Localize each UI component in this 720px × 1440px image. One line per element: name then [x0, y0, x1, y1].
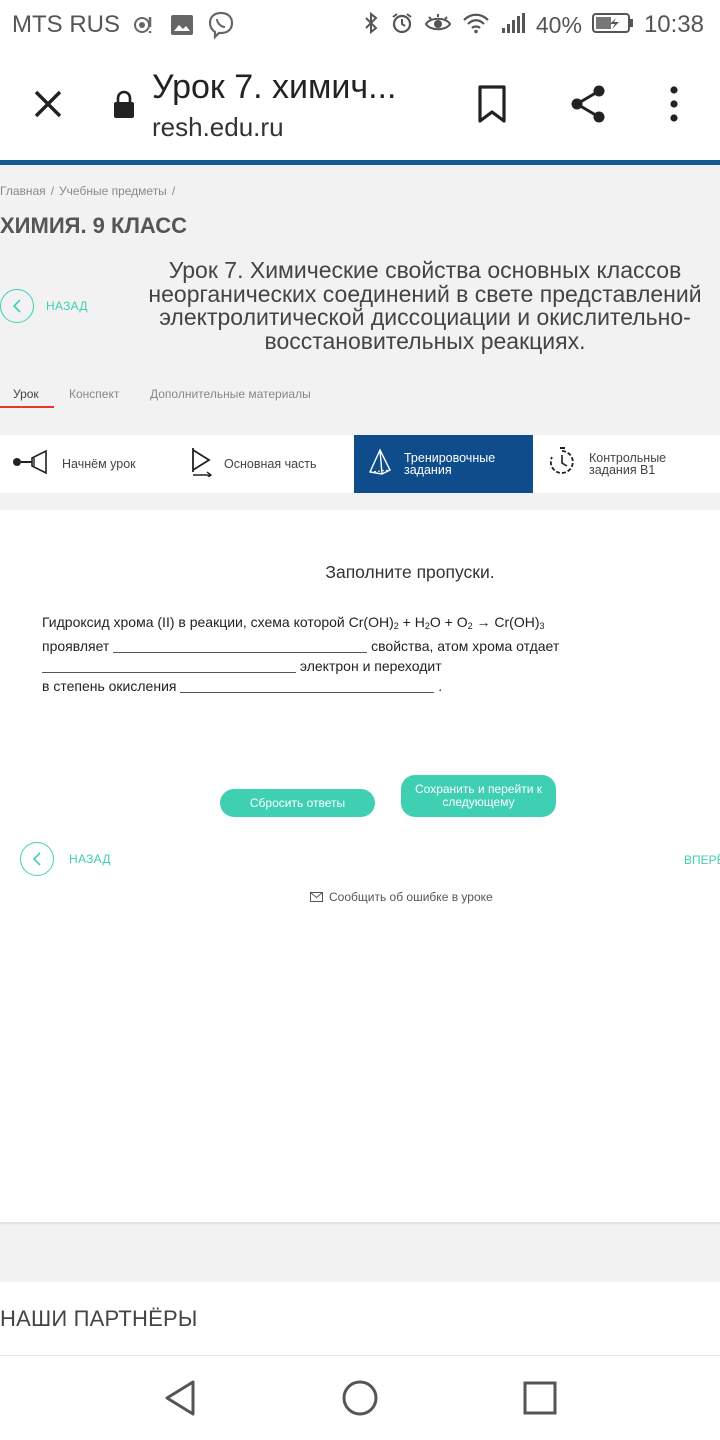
- report-label: Сообщить об ошибке в уроке: [329, 890, 493, 904]
- step-start-lesson[interactable]: Начнём урок: [0, 435, 170, 493]
- envelope-icon: [310, 892, 323, 902]
- alarm-icon: [390, 11, 414, 40]
- web-page: Главная / Учебные предметы / ХИМИЯ. 9 КЛАСС…: [0, 165, 720, 1355]
- megaphone-icon: [12, 449, 50, 480]
- tab-lesson[interactable]: Урок: [13, 387, 39, 401]
- pyramid-icon: [368, 447, 392, 481]
- breadcrumb-home[interactable]: Главная: [0, 184, 46, 198]
- back-link-top[interactable]: НАЗАД: [0, 289, 88, 323]
- save-and-next-button[interactable]: Сохранить и перейти к следующему: [401, 775, 556, 817]
- wifi-icon: [462, 12, 490, 39]
- breadcrumb-separator: /: [50, 184, 55, 198]
- battery-icon: [591, 12, 634, 39]
- back-label: НАЗАД: [46, 299, 88, 313]
- page-url: resh.edu.ru: [152, 112, 284, 142]
- task-text-part: .: [434, 678, 443, 694]
- gallery-icon: [170, 14, 194, 36]
- task-text-part: в степень окисления: [42, 678, 181, 694]
- status-bar: MTS RUS 40% 10:38: [0, 0, 720, 50]
- task-text-part: Гидроксид хрома (II) в реакции, схема ко…: [42, 614, 394, 630]
- lesson-steps: Начнём урок Основная часть Тренировочные…: [0, 435, 720, 493]
- clock-time: 10:38: [643, 11, 704, 38]
- signal-icon: [500, 12, 526, 39]
- answer-blank-1[interactable]: [113, 639, 368, 653]
- hotspot-icon: [130, 13, 158, 37]
- custom-tab-toolbar: Урок 7. химич... resh.edu.ru: [0, 50, 720, 160]
- stopwatch-icon: [547, 446, 577, 482]
- task-text-part: O + O: [429, 614, 468, 630]
- back-label: НАЗАД: [69, 852, 111, 866]
- tab-summary[interactable]: Конспект: [69, 387, 119, 401]
- active-tab-underline: [0, 406, 54, 408]
- more-options-icon[interactable]: [654, 78, 694, 130]
- step-label: Основная часть: [224, 457, 317, 471]
- step-control-tasks[interactable]: Контрольные задания В1: [533, 435, 720, 493]
- task-text-part: → Cr(OH): [472, 614, 540, 630]
- reset-answers-button[interactable]: Сбросить ответы: [220, 789, 375, 817]
- step-label: Контрольные задания В1: [589, 451, 667, 477]
- lock-icon: [112, 90, 136, 120]
- back-link-bottom[interactable]: НАЗАД: [20, 842, 111, 876]
- task-text-part: проявляет: [42, 638, 114, 654]
- partners-title: НАШИ ПАРТНЁРЫ: [0, 1306, 198, 1331]
- answer-blank-2[interactable]: [42, 659, 296, 673]
- system-nav-bar: [0, 1355, 720, 1440]
- carrier-name: MTS RUS: [12, 11, 120, 38]
- step-label: Тренировочные задания: [404, 451, 496, 477]
- bookmark-icon[interactable]: [470, 80, 514, 128]
- report-error-link[interactable]: Сообщить об ошибке в уроке: [310, 890, 493, 904]
- breadcrumb: Главная / Учебные предметы /: [0, 184, 180, 198]
- step-training-tasks[interactable]: Тренировочные задания: [354, 435, 533, 493]
- subject-title: ХИМИЯ. 9 КЛАСС: [0, 213, 187, 238]
- task-heading: Заполните пропуски.: [325, 562, 495, 582]
- bluetooth-icon: [362, 11, 380, 40]
- nav-back-icon[interactable]: [158, 1376, 202, 1420]
- step-label: Начнём урок: [62, 457, 136, 471]
- battery-percent: 40%: [535, 11, 582, 38]
- next-link[interactable]: ВПЕРЁ: [684, 853, 720, 867]
- page-title: Урок 7. химич...: [152, 68, 397, 106]
- play-icon: [190, 447, 214, 482]
- task-text-part: свойства, атом хрома отдает: [367, 638, 560, 654]
- task-text-part: электрон и переходит: [296, 658, 442, 674]
- subscript: 3: [539, 621, 545, 631]
- lesson-tabs: Урок Конспект Дополнительные материалы: [0, 387, 720, 411]
- step-main-part[interactable]: Основная часть: [170, 435, 354, 493]
- breadcrumb-subjects[interactable]: Учебные предметы: [59, 184, 167, 198]
- task-text-part: + H: [398, 614, 425, 630]
- chevron-left-icon: [20, 842, 54, 876]
- breadcrumb-separator: /: [171, 184, 176, 198]
- task-text: Гидроксид хрома (II) в реакции, схема ко…: [42, 612, 602, 696]
- chevron-left-icon: [0, 289, 34, 323]
- nav-recents-icon[interactable]: [518, 1376, 562, 1420]
- eye-icon: [424, 12, 452, 39]
- close-icon[interactable]: [22, 78, 74, 130]
- viber-icon: [206, 10, 236, 40]
- partners-section: НАШИ ПАРТНЁРЫ: [0, 1282, 720, 1355]
- lesson-title: Урок 7. Химические свойства основных кла…: [148, 257, 702, 354]
- share-icon[interactable]: [562, 78, 614, 130]
- answer-blank-3[interactable]: [180, 679, 435, 693]
- tab-additional-materials[interactable]: Дополнительные материалы: [150, 387, 311, 401]
- nav-home-icon[interactable]: [338, 1376, 382, 1420]
